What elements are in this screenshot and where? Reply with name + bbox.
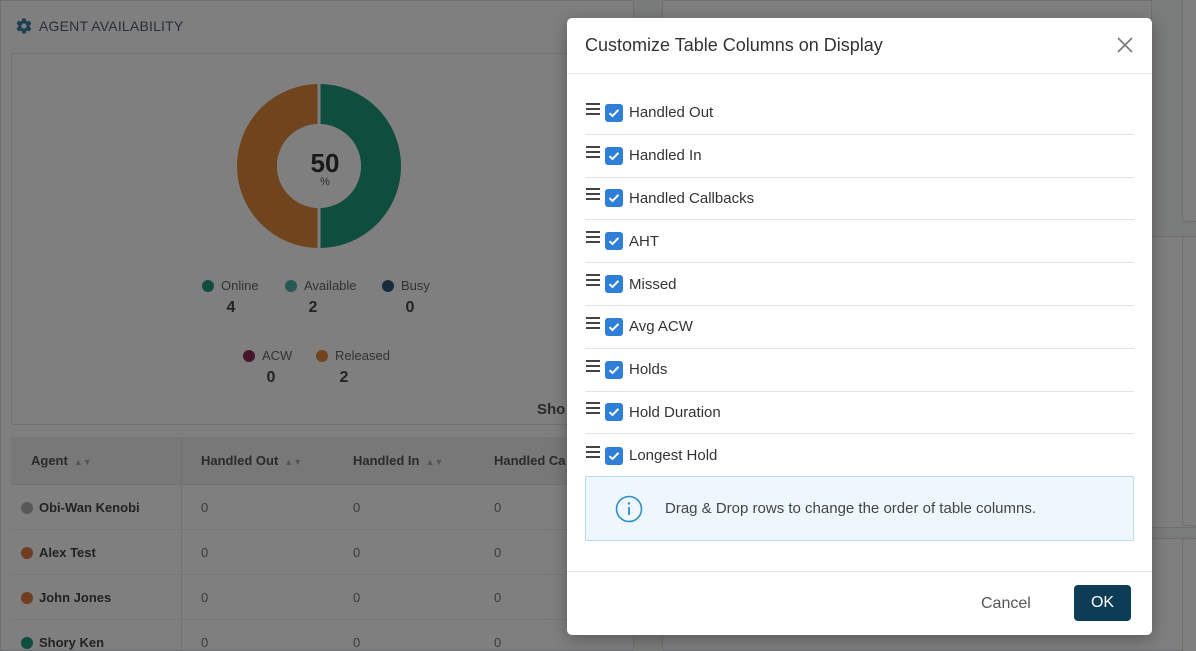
column-row-aht[interactable]: AHT <box>585 220 1134 264</box>
drag-handle-icon[interactable] <box>585 445 601 459</box>
drag-handle-icon[interactable] <box>585 401 601 415</box>
check-icon <box>608 322 620 332</box>
column-checkbox[interactable] <box>605 403 623 422</box>
column-label: Hold Duration <box>629 403 721 421</box>
info-text: Drag & Drop rows to change the order of … <box>665 500 1037 517</box>
drag-handle-icon[interactable] <box>585 187 601 201</box>
check-icon <box>608 194 620 203</box>
check-icon <box>608 365 620 375</box>
column-row-handled-callbacks[interactable]: Handled Callbacks <box>585 178 1134 221</box>
column-checkbox[interactable] <box>605 232 623 251</box>
column-row-longest-hold[interactable]: Longest Hold <box>585 434 1134 477</box>
drag-handle-icon[interactable] <box>585 145 601 159</box>
column-row-missed[interactable]: Missed <box>585 263 1134 306</box>
check-icon <box>608 451 620 461</box>
column-row-handled-out[interactable]: Handled Out <box>585 92 1134 135</box>
close-icon[interactable] <box>1116 36 1134 54</box>
info-alert: Drag & Drop rows to change the order of … <box>585 476 1134 541</box>
check-icon <box>608 151 620 161</box>
column-checkbox[interactable] <box>605 146 623 165</box>
column-checkbox[interactable] <box>605 275 623 294</box>
column-checkbox[interactable] <box>605 189 623 208</box>
column-label: Handled In <box>629 147 702 165</box>
info-icon <box>615 495 643 522</box>
drag-handle-icon[interactable] <box>585 359 601 373</box>
customize-columns-dialog: Customize Table Columns on Display Handl… <box>567 18 1152 635</box>
drag-handle-icon[interactable] <box>585 102 601 116</box>
column-row-handled-in[interactable]: Handled In <box>585 135 1134 178</box>
column-label: AHT <box>629 232 659 250</box>
column-checkbox[interactable] <box>605 446 623 465</box>
dialog-header: Customize Table Columns on Display <box>567 18 1152 74</box>
column-list: Handled Out Handled In Handled Callbacks… <box>585 92 1134 477</box>
column-label: Longest Hold <box>629 447 718 465</box>
drag-handle-icon[interactable] <box>585 230 601 244</box>
column-row-holds[interactable]: Holds <box>585 349 1134 392</box>
drag-handle-icon[interactable] <box>585 273 601 287</box>
column-checkbox[interactable] <box>605 360 623 379</box>
column-label: Missed <box>629 275 677 293</box>
dialog-footer: Cancel OK <box>567 571 1152 635</box>
column-label: Handled Callbacks <box>629 189 755 207</box>
column-checkbox[interactable] <box>605 317 623 336</box>
column-row-avg-acw[interactable]: Avg ACW <box>585 306 1134 349</box>
column-label: Avg ACW <box>629 318 693 336</box>
column-label: Handled Out <box>629 104 714 122</box>
check-icon <box>608 108 620 118</box>
column-row-hold-duration[interactable]: Hold Duration <box>585 392 1134 435</box>
check-icon <box>608 280 620 289</box>
dialog-title: Customize Table Columns on Display <box>585 35 883 55</box>
column-checkbox[interactable] <box>605 103 623 122</box>
ok-button[interactable]: OK <box>1074 585 1131 621</box>
cancel-button[interactable]: Cancel <box>981 595 1031 613</box>
column-label: Holds <box>629 361 668 379</box>
check-icon <box>608 408 620 417</box>
drag-handle-icon[interactable] <box>585 316 601 330</box>
check-icon <box>608 237 620 246</box>
